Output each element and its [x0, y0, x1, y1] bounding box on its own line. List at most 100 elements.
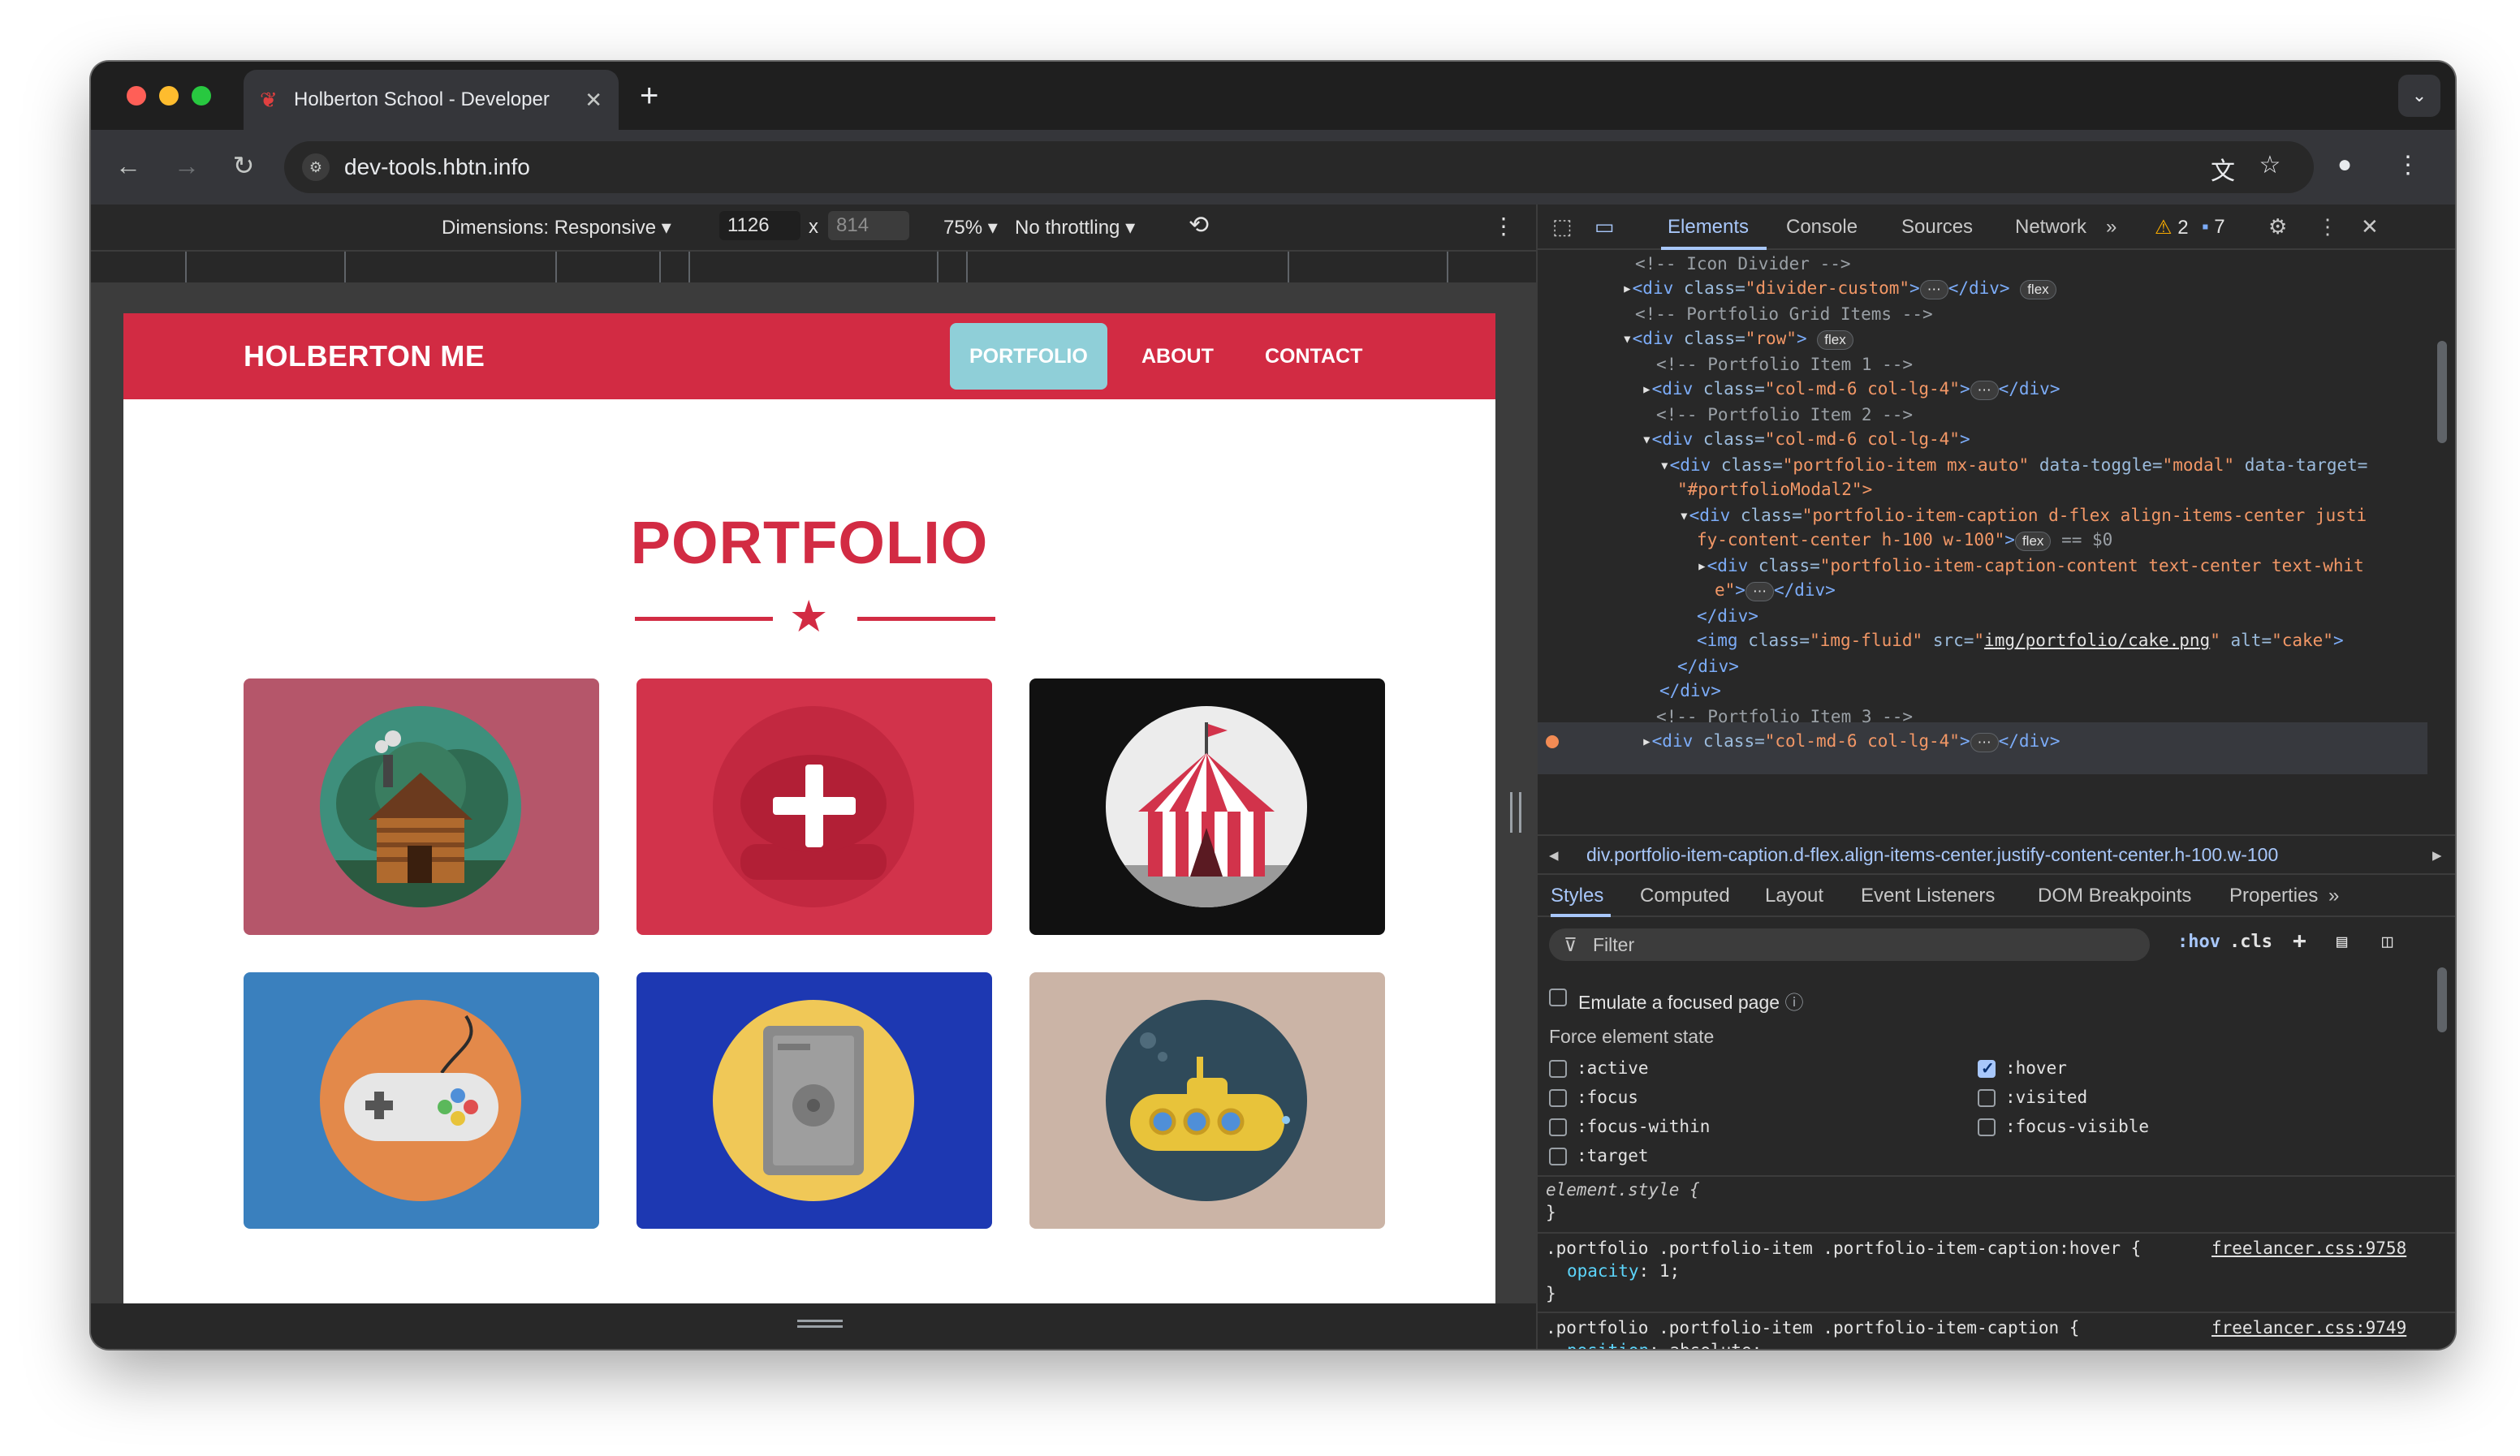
translate-icon[interactable]: 文 [2207, 151, 2239, 187]
minimize-window-button[interactable] [159, 86, 179, 106]
state-focus-within-checkbox[interactable] [1549, 1118, 1567, 1136]
breadcrumb-node[interactable]: div.portfolio-item-caption.d-flex.align-… [1586, 844, 2278, 866]
rule1-source-link[interactable]: freelancer.css:9758 [2211, 1238, 2406, 1258]
rule2-declaration[interactable]: position: absolute; [1567, 1341, 1762, 1349]
dom-line[interactable]: ▸<div class="portfolio-item-caption-cont… [1697, 554, 2364, 578]
close-devtools-icon[interactable]: ✕ [2361, 214, 2379, 239]
state-focus-checkbox[interactable] [1549, 1089, 1567, 1107]
dimensions-dropdown[interactable]: Dimensions: Responsive ▾ [442, 216, 671, 239]
dom-line[interactable]: ▾<div class="row"> flex [1622, 326, 1853, 351]
tab-elements[interactable]: Elements [1668, 216, 1749, 239]
toggle-sidebar-icon[interactable]: ◫ [2382, 932, 2393, 952]
tab-computed[interactable]: Computed [1640, 885, 1730, 907]
new-style-rule-icon[interactable]: + [2293, 927, 2306, 954]
forward-arrow-icon[interactable]: → [170, 149, 203, 182]
close-window-button[interactable] [127, 86, 146, 106]
hov-toggle[interactable]: :hov [2177, 932, 2220, 952]
zoom-window-button[interactable] [192, 86, 211, 106]
dom-line[interactable]: "#portfolioModal2"> [1677, 477, 1872, 502]
dom-line[interactable]: ▸<div class="divider-custom"> ⋯ </div> fle… [1622, 276, 2056, 300]
device-toolbar-toggle-icon[interactable]: ▭ [1594, 214, 1615, 239]
throttling-dropdown[interactable]: No throttling ▾ [1015, 216, 1135, 239]
tab-dom-breakpoints[interactable]: DOM Breakpoints [2038, 885, 2191, 907]
portfolio-item-submarine[interactable] [1029, 972, 1385, 1229]
dom-line[interactable]: ▸<div class="col-md-6 col-lg-4"> ⋯ </div> [1642, 377, 2060, 401]
dom-line-selected[interactable]: ▾<div class="portfolio-item-caption d-fl… [1679, 503, 2367, 528]
zoom-dropdown[interactable]: 75% ▾ [943, 216, 998, 239]
nav-about-link[interactable]: ABOUT [1122, 323, 1233, 390]
cls-toggle[interactable]: .cls [2229, 932, 2272, 952]
element-style-rule[interactable]: element.style { [1546, 1180, 1700, 1200]
media-query-ruler[interactable] [91, 250, 1536, 282]
dom-line[interactable]: </div> [1697, 604, 1758, 628]
browser-tab[interactable]: ❦ Holberton School - Developer ✕ [244, 70, 619, 130]
rule1-declaration[interactable]: opacity: 1; [1567, 1261, 1680, 1281]
messages-badge[interactable]: ▪ 7 [2202, 216, 2225, 239]
dom-line[interactable]: e"> ⋯ </div> [1715, 578, 1836, 602]
reload-icon[interactable]: ↻ [227, 149, 260, 182]
dom-line[interactable]: ▸<div class="col-md-6 col-lg-4"> ⋯ </div> [1642, 729, 2060, 753]
tab-styles[interactable]: Styles [1551, 885, 1603, 907]
dom-line[interactable]: </div> [1659, 678, 1721, 703]
rule2-source-link[interactable]: freelancer.css:9749 [2211, 1318, 2406, 1338]
tab-properties[interactable]: Properties [2229, 885, 2318, 907]
dom-line[interactable]: <img class="img-fluid" src="img/portfoli… [1697, 628, 2344, 653]
profile-avatar-icon[interactable]: ● [2328, 151, 2361, 179]
site-brand[interactable]: HOLBERTON ME [244, 339, 485, 373]
devtools-menu-icon[interactable]: ⋮ [2317, 214, 2338, 239]
dom-line[interactable]: <!-- Portfolio Item 2 --> [1656, 403, 1913, 427]
emulate-focus-checkbox[interactable] [1549, 989, 1567, 1006]
rotate-icon[interactable]: ⟲ [1189, 211, 1209, 239]
site-settings-icon[interactable]: ⚙ [302, 153, 330, 181]
portfolio-item-safe[interactable] [636, 972, 992, 1229]
state-visited-checkbox[interactable] [1978, 1089, 1996, 1107]
rule2-selector[interactable]: .portfolio .portfolio-item .portfolio-it… [1546, 1318, 2079, 1338]
state-focus-visible-checkbox[interactable] [1978, 1118, 1996, 1136]
tab-close-icon[interactable]: ✕ [585, 88, 602, 113]
breadcrumb-left-arrow-icon[interactable]: ◂ [1549, 844, 1559, 866]
device-toolbar-menu-icon[interactable]: ⋮ [1492, 213, 1515, 239]
viewport-side-handle[interactable] [1510, 792, 1521, 833]
tab-layout[interactable]: Layout [1765, 885, 1823, 907]
elements-scrollbar[interactable] [2437, 341, 2447, 443]
nav-contact-link[interactable]: CONTACT [1245, 323, 1382, 390]
width-input[interactable]: 1126 [719, 211, 800, 240]
styles-scrollbar[interactable] [2437, 967, 2447, 1032]
new-tab-button[interactable]: + [640, 76, 658, 115]
browser-menu-icon[interactable]: ⋮ [2392, 151, 2424, 179]
tab-sources[interactable]: Sources [1901, 216, 1973, 239]
tab-console[interactable]: Console [1786, 216, 1858, 239]
dom-line[interactable]: <!-- Portfolio Grid Items --> [1635, 302, 1933, 326]
dom-line[interactable]: ▾<div class="portfolio-item mx-auto" dat… [1659, 453, 2367, 477]
dom-line[interactable]: <!-- Portfolio Item 3 --> [1656, 704, 1913, 729]
state-active-checkbox[interactable] [1549, 1060, 1567, 1078]
dom-line[interactable]: </div> [1677, 654, 1739, 678]
state-target-checkbox[interactable] [1549, 1148, 1567, 1165]
back-arrow-icon[interactable]: ← [112, 149, 145, 182]
height-input[interactable]: 814 [828, 211, 909, 240]
settings-gear-icon[interactable]: ⚙ [2268, 214, 2287, 239]
dom-line-selected-cont[interactable]: fy-content-center h-100 w-100"> flex == $… [1697, 528, 2112, 552]
rule1-selector[interactable]: .portfolio .portfolio-item .portfolio-it… [1546, 1238, 2141, 1258]
inspect-element-icon[interactable]: ⬚ [1552, 214, 1573, 239]
warnings-badge[interactable]: ⚠ 2 [2155, 216, 2189, 239]
state-hover-checkbox[interactable] [1978, 1058, 1996, 1079]
bookmark-star-icon[interactable]: ☆ [2254, 151, 2286, 179]
styles-filter-input[interactable]: ⊽ Filter [1549, 928, 2150, 961]
dom-line[interactable]: ▾<div class="col-md-6 col-lg-4"> [1642, 427, 1970, 451]
elements-tree[interactable]: <!-- Icon Divider --> ▸<div class="divid… [1538, 252, 2455, 787]
tab-network[interactable]: Network [2015, 216, 2086, 239]
dom-line[interactable]: <!-- Icon Divider --> [1635, 252, 1851, 276]
dom-line[interactable]: <!-- Portfolio Item 1 --> [1656, 352, 1913, 377]
portfolio-item-circus[interactable] [1029, 678, 1385, 935]
portfolio-item-game[interactable] [244, 972, 599, 1229]
resize-grip-icon[interactable] [797, 1320, 843, 1328]
tab-search-chevron-icon[interactable]: ⌄ [2398, 75, 2440, 117]
breadcrumb-right-arrow-icon[interactable]: ▸ [2432, 844, 2442, 866]
nav-portfolio-link[interactable]: PORTFOLIO [950, 323, 1107, 390]
viewport-bottom-handle[interactable] [91, 1303, 1536, 1349]
tab-event-listeners[interactable]: Event Listeners [1861, 885, 1995, 907]
more-style-tabs-icon[interactable]: » [2328, 885, 2339, 907]
paint-roller-icon[interactable]: ▤ [2337, 932, 2347, 952]
portfolio-item-cabin[interactable] [244, 678, 599, 935]
